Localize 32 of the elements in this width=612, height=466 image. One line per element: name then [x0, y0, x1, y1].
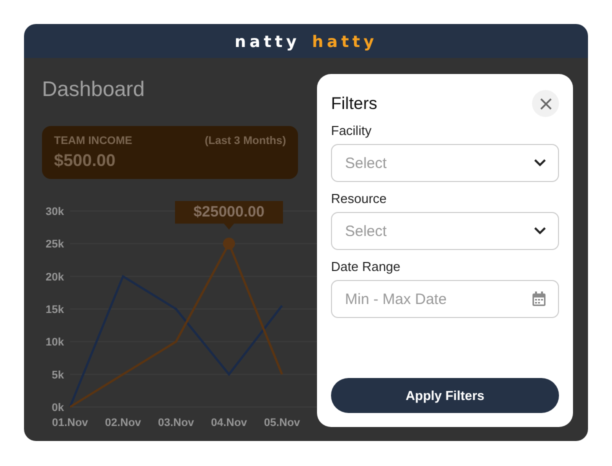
data-point — [223, 238, 235, 250]
y-axis-label: 20k — [46, 271, 64, 284]
y-axis-label: 10k — [46, 336, 64, 349]
calendar-icon — [532, 292, 546, 306]
y-axis-label: 25k — [46, 238, 64, 251]
y-axis-label: 5k — [52, 369, 64, 382]
dialog-title: Filters — [331, 94, 378, 114]
card-period: (Last 3 Months) — [204, 135, 286, 147]
tooltip-text: $25000.00 — [194, 204, 264, 221]
card-value: $500.00 — [54, 151, 116, 171]
page-title: Dashboard — [42, 78, 145, 103]
card-label: TEAM INCOME — [54, 135, 132, 147]
logo: natty hatty — [234, 32, 378, 50]
close-icon — [540, 98, 552, 110]
close-button[interactable] — [532, 90, 559, 117]
x-axis-label: 01.Nov — [52, 417, 88, 429]
field-label: Date Range — [331, 259, 402, 274]
select-field[interactable]: Select — [331, 212, 559, 250]
chevron-down-icon — [534, 227, 546, 235]
apply-button[interactable]: Apply Filters — [331, 378, 559, 413]
x-axis-label: 03.Nov — [158, 417, 194, 429]
x-axis-label: 04.Nov — [210, 417, 248, 429]
y-axis-label: 30k — [46, 206, 64, 218]
select-field[interactable]: Select — [331, 144, 559, 182]
y-axis-label: 0k — [52, 402, 64, 414]
x-axis-label: 02.Nov — [104, 417, 142, 429]
chevron-down-icon — [534, 159, 546, 167]
x-axis-label: 05.Nov — [264, 417, 300, 429]
y-axis-label: 15k — [46, 304, 64, 316]
field-label: Resource — [331, 191, 388, 206]
field-label: Facility — [331, 123, 372, 138]
date-field[interactable]: Min - Max Date — [331, 280, 559, 318]
